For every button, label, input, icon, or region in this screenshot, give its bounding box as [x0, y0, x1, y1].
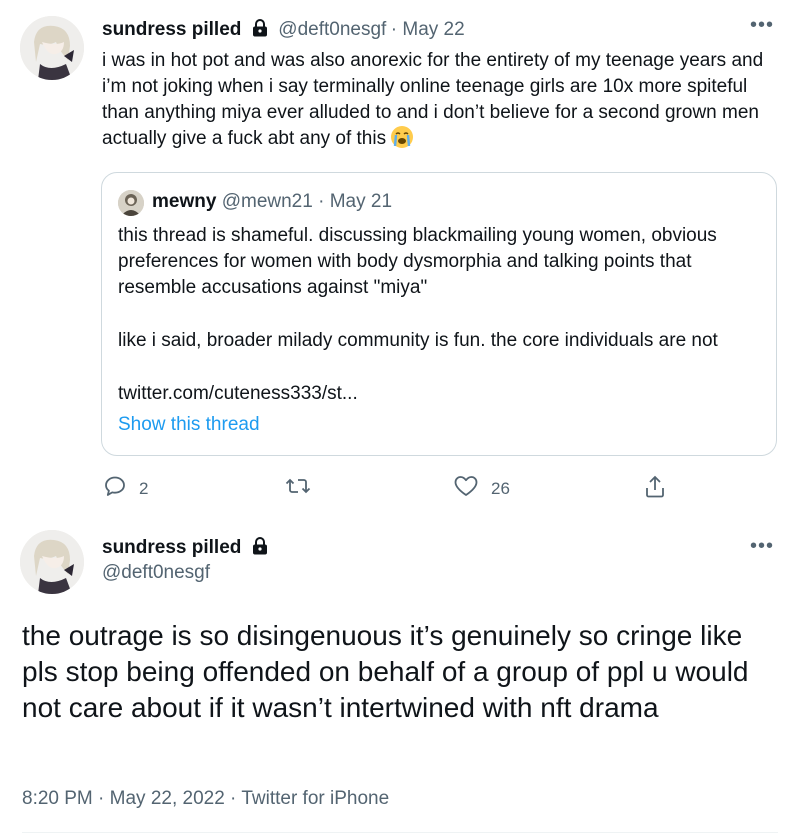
- reply-count: 2: [139, 478, 149, 498]
- quote-text-para2: like i said, broader milady community is…: [118, 330, 718, 351]
- share-button[interactable]: [643, 474, 667, 505]
- quote-date[interactable]: May 21: [330, 191, 392, 212]
- quote-header: mewny @mewn21 · May 21: [152, 191, 392, 213]
- more-options-icon[interactable]: •••: [750, 535, 774, 558]
- divider: [22, 832, 778, 833]
- separator-dot: ·: [318, 191, 330, 212]
- avatar[interactable]: [20, 16, 84, 80]
- lock-icon: [250, 536, 270, 561]
- tweet-header: sundress pilled @deft0nesgf · May 22: [102, 18, 465, 43]
- heart-icon: [453, 474, 479, 503]
- avatar[interactable]: [20, 530, 84, 594]
- quote-avatar[interactable]: [118, 190, 144, 216]
- lock-icon: [250, 18, 270, 43]
- share-icon: [643, 474, 667, 505]
- quote-display-name[interactable]: mewny: [152, 191, 216, 212]
- quoted-tweet-card[interactable]: mewny @mewn21 · May 21 this thread is sh…: [101, 172, 777, 456]
- loudly-crying-face-icon: [391, 126, 414, 148]
- tweet-text: i was in hot pot and was also anorexic f…: [102, 48, 772, 152]
- separator-dot: ·: [390, 19, 403, 40]
- main-tweet-text: the outrage is so disingenuous it’s genu…: [22, 620, 749, 723]
- quote-handle[interactable]: @mewn21: [222, 191, 313, 212]
- more-options-icon[interactable]: •••: [750, 14, 774, 37]
- quote-text-para1: this thread is shameful. discussing blac…: [118, 225, 717, 298]
- handle[interactable]: @deft0nesgf: [278, 19, 386, 40]
- display-name[interactable]: sundress pilled: [102, 19, 241, 40]
- tweet-date[interactable]: May 22: [402, 19, 464, 40]
- like-button[interactable]: 26: [453, 474, 510, 503]
- handle[interactable]: @deft0nesgf: [102, 562, 210, 584]
- tweet-header: sundress pilled: [102, 536, 270, 561]
- display-name[interactable]: sundress pilled: [102, 537, 241, 558]
- tweet-timestamp[interactable]: 8:20 PM · May 22, 2022 · Twitter for iPh…: [22, 788, 389, 810]
- reply-icon: [103, 474, 127, 503]
- reply-button[interactable]: 2: [103, 474, 148, 503]
- like-count: 26: [491, 478, 510, 498]
- tweet-text-body: i was in hot pot and was also anorexic f…: [102, 50, 764, 149]
- retweet-button[interactable]: [285, 474, 323, 503]
- show-thread-link[interactable]: Show this thread: [118, 414, 260, 436]
- quote-link[interactable]: twitter.com/cuteness333/st...: [118, 381, 758, 407]
- retweet-icon: [285, 474, 311, 503]
